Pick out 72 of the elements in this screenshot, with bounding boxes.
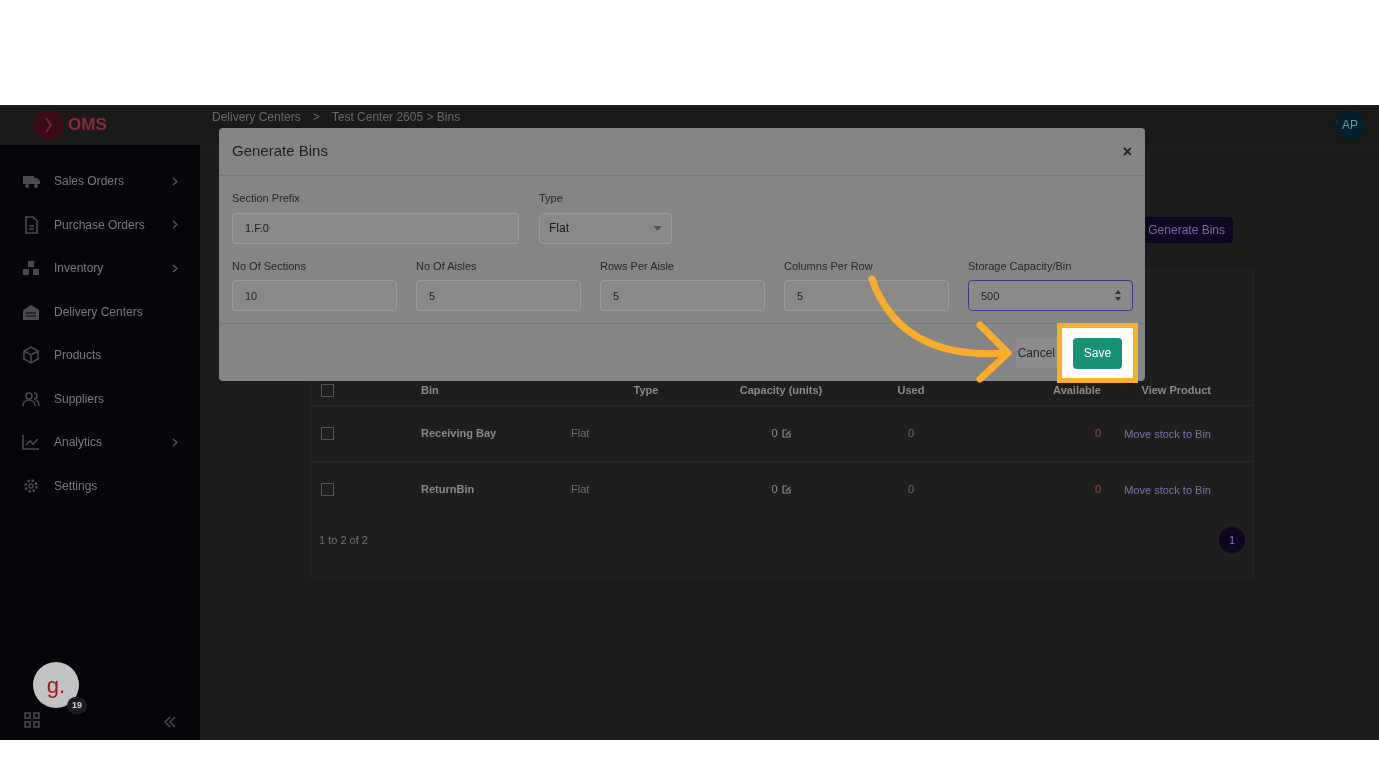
cube-icon [22, 346, 40, 364]
cancel-button[interactable]: Cancel [1015, 337, 1059, 368]
sidebar-item[interactable]: Settings [0, 473, 200, 498]
table-cell-text: ReturnBin [421, 482, 476, 498]
sidebar-item[interactable]: Inventory [0, 256, 200, 280]
table-cell-text: 0 [771, 426, 778, 442]
input-field[interactable]: 5 [600, 280, 765, 311]
field-label: Columns Per Row [784, 258, 874, 274]
input-field[interactable]: 1.F.0 [232, 212, 519, 244]
sidebar-item[interactable]: Products [0, 343, 200, 367]
edit-icon[interactable] [781, 429, 791, 438]
chevron-icon [172, 263, 178, 273]
column-header: Type [632, 382, 660, 398]
type-dropdown[interactable]: Flat [539, 212, 672, 244]
column-header: Used [896, 382, 926, 398]
input-field[interactable]: 500 [968, 280, 1133, 311]
move-stock-link[interactable]: Move stock to Bin [1101, 425, 1211, 442]
input-field[interactable]: 5 [784, 280, 949, 311]
dialog-title: Generate Bins [232, 141, 328, 162]
table-cell-text: 0 [906, 426, 916, 442]
checkbox[interactable] [321, 383, 334, 397]
field-label: No Of Aisles [416, 258, 478, 274]
spinner-icon[interactable] [1115, 290, 1121, 301]
column-header: Bin [421, 382, 440, 398]
breadcrumb-separator: > [312, 109, 320, 126]
field-label: Rows Per Aisle [600, 258, 675, 274]
table-cell-text: Flat [571, 426, 591, 442]
sidebar-item[interactable]: Sales Orders [0, 169, 200, 193]
table-cell-text: Flat [571, 482, 591, 498]
sidebar-item[interactable]: Analytics [0, 430, 200, 454]
settings-icon [22, 476, 40, 495]
save-button[interactable]: Save [1073, 337, 1122, 369]
field-label: Type [539, 191, 564, 206]
table-cell-text: 0 [1093, 426, 1101, 442]
document-icon [22, 215, 40, 234]
column-header: Capacity (units) [738, 382, 824, 398]
close-button[interactable]: × [1122, 139, 1132, 164]
chevron-icon [172, 220, 178, 229]
move-stock-link[interactable]: Move stock to Bin [1101, 481, 1211, 498]
chevron-icon [172, 437, 178, 447]
table-cell-text: Receiving Bay [421, 426, 498, 442]
chevron-icon [172, 176, 178, 186]
field-label: No Of Sections [232, 258, 307, 274]
grid-icon[interactable] [24, 712, 40, 728]
logo-text: OMS [68, 114, 107, 137]
checkbox[interactable] [321, 427, 334, 440]
boxes-icon [22, 259, 40, 277]
breadcrumb-link[interactable]: Delivery Centers [212, 108, 301, 126]
warehouse-icon [22, 302, 40, 321]
checkbox[interactable] [321, 483, 334, 496]
sidebar-item[interactable]: Delivery Centers [0, 299, 200, 324]
column-header: Available [1052, 382, 1101, 398]
table-cell-text: 0 [1093, 482, 1101, 498]
people-icon [22, 389, 40, 408]
input-field[interactable]: 10 [232, 280, 397, 311]
input-field[interactable]: 5 [416, 280, 581, 311]
table-cell-text: 0 [906, 482, 916, 498]
pagination-summary: 1 to 2 of 2 [319, 532, 368, 548]
table-cell-text: 0 [771, 482, 778, 498]
user-avatar[interactable]: AP [1335, 110, 1365, 140]
edit-icon[interactable] [781, 485, 791, 494]
sidebar-item[interactable]: Suppliers [0, 386, 200, 411]
dropdown-caret-icon [653, 225, 662, 231]
field-label: Section Prefix [232, 191, 301, 206]
breadcrumb-link[interactable]: Test Center 2605 > Bins [331, 108, 461, 126]
sidebar-item[interactable]: Purchase Orders [0, 212, 200, 237]
chart-icon [22, 433, 40, 451]
page-button[interactable]: 1 [1219, 527, 1245, 553]
field-label: Storage Capacity/Bin [968, 258, 1073, 274]
logo-icon [34, 110, 64, 140]
column-header: View Product [1140, 382, 1211, 398]
collapse-icon[interactable] [164, 716, 176, 728]
